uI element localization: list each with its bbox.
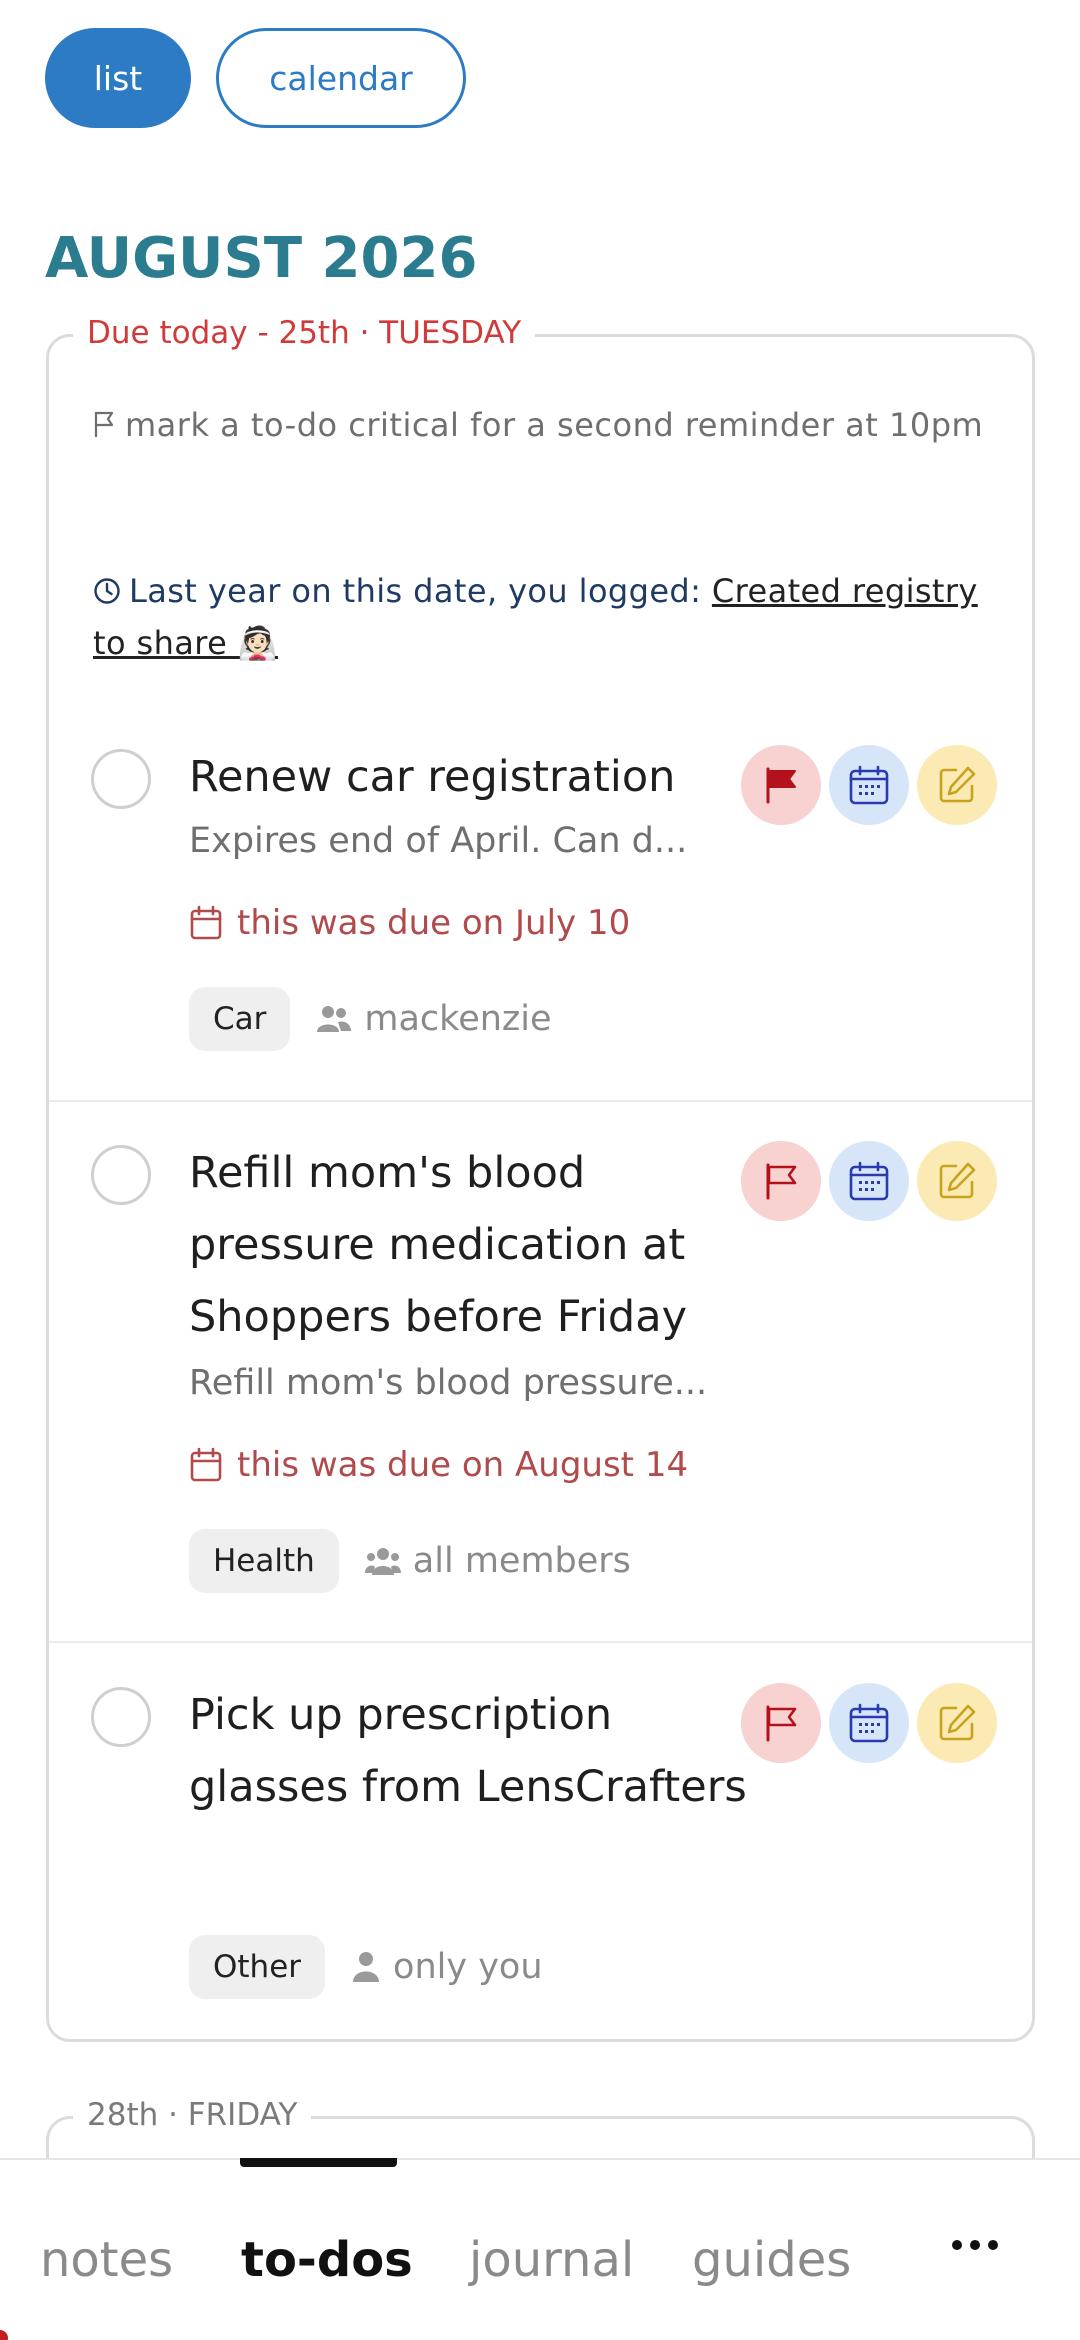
assignee: only you <box>351 1947 543 1987</box>
flag-filled-icon <box>766 767 796 804</box>
nav-tab-todos[interactable]: to-dos <box>241 2232 413 2288</box>
task-actions <box>741 745 997 825</box>
memory-prefix: Last year on this date, you logged: <box>129 572 712 610</box>
task-description: Expires end of April. Can d... <box>189 821 688 861</box>
task-title[interactable]: Refill mom's blood pressure medication a… <box>189 1137 749 1353</box>
task-checkbox[interactable] <box>91 1687 151 1747</box>
assignee-name: only you <box>393 1947 543 1987</box>
divider <box>49 1100 1032 1102</box>
task-checkbox[interactable] <box>91 749 151 809</box>
task-description: Refill mom's blood pressure... <box>189 1363 708 1403</box>
calendar-icon <box>849 1703 889 1743</box>
calendar-icon <box>849 1161 889 1201</box>
flag-outline-icon <box>766 1705 797 1742</box>
calendar-view-button[interactable]: calendar <box>216 28 466 128</box>
tip-text: mark a to-do critical for a second remin… <box>125 406 984 444</box>
category-tag[interactable]: Car <box>189 987 291 1051</box>
task-title[interactable]: Renew car registration <box>189 741 749 813</box>
due-text: this was due on August 14 <box>237 1445 689 1485</box>
edit-icon <box>939 1704 976 1741</box>
edit-button[interactable] <box>917 1683 997 1763</box>
edit-button[interactable] <box>917 745 997 825</box>
calendar-icon <box>190 905 222 940</box>
schedule-button[interactable] <box>829 745 909 825</box>
schedule-button[interactable] <box>829 1141 909 1221</box>
edit-icon <box>939 1162 976 1199</box>
day-card-today: Due today - 25th · TUESDAY mark a to-do … <box>46 315 1035 2042</box>
due-notice: this was due on July 10 <box>189 903 630 943</box>
bottom-nav: notes to-dos journal guides <box>0 2158 1080 2340</box>
nav-tab-guides[interactable]: guides <box>692 2232 851 2288</box>
task-row[interactable]: Refill mom's blood pressure medication a… <box>49 1129 1032 1593</box>
flag-button[interactable] <box>741 1141 821 1221</box>
category-tag[interactable]: Health <box>189 1529 339 1593</box>
month-title: AUGUST 2026 <box>45 226 478 291</box>
list-view-button[interactable]: list <box>45 28 191 128</box>
nav-tab-notes[interactable]: notes <box>40 2232 173 2288</box>
task-meta: Health all members <box>189 1529 631 1593</box>
nav-tab-journal[interactable]: journal <box>469 2232 634 2288</box>
schedule-button[interactable] <box>829 1683 909 1763</box>
calendar-icon <box>849 765 889 805</box>
divider <box>49 1641 1032 1643</box>
calendar-icon <box>190 1447 222 1482</box>
day-legend: Due today - 25th · TUESDAY <box>73 315 536 351</box>
memory-note: Last year on this date, you logged: Crea… <box>93 565 1013 669</box>
task-meta: Car mackenzie <box>189 987 552 1051</box>
two-people-icon <box>317 1006 352 1032</box>
task-meta: Other only you <box>189 1935 543 1999</box>
task-actions <box>741 1141 997 1221</box>
due-notice: this was due on August 14 <box>189 1445 688 1485</box>
assignee-name: all members <box>412 1541 631 1581</box>
flag-button[interactable] <box>741 745 821 825</box>
flag-outline-icon <box>766 1163 797 1200</box>
task-title[interactable]: Pick up prescription glasses from LensCr… <box>189 1679 749 1823</box>
flag-outline-icon <box>94 411 114 437</box>
flag-button[interactable] <box>741 1683 821 1763</box>
category-tag[interactable]: Other <box>189 1935 326 1999</box>
group-icon <box>364 1548 401 1575</box>
more-icon[interactable] <box>952 2240 998 2250</box>
edit-button[interactable] <box>917 1141 997 1221</box>
edit-icon <box>939 766 976 803</box>
task-row[interactable]: Renew car registration Expires end of Ap… <box>49 733 1032 1051</box>
due-text: this was due on July 10 <box>237 903 631 943</box>
clock-icon <box>94 578 120 604</box>
assignee-name: mackenzie <box>364 999 552 1039</box>
assignee: mackenzie <box>316 999 552 1039</box>
assignee: all members <box>364 1541 631 1581</box>
view-toggle: list calendar <box>45 28 466 128</box>
day-legend: 28th · FRIDAY <box>73 2097 312 2133</box>
person-icon <box>353 1952 380 1982</box>
critical-tip: mark a to-do critical for a second remin… <box>93 399 993 451</box>
task-row[interactable]: Pick up prescription glasses from LensCr… <box>49 1671 1032 2001</box>
task-checkbox[interactable] <box>91 1145 151 1205</box>
task-actions <box>741 1683 997 1763</box>
active-tab-indicator <box>240 2158 397 2167</box>
